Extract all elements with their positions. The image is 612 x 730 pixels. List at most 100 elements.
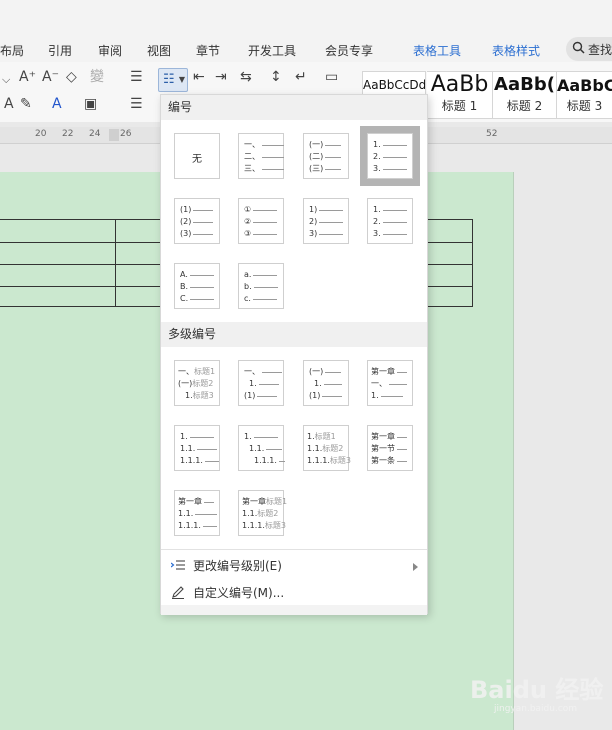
paragraph-mark-icon[interactable]: ↵ bbox=[295, 70, 307, 84]
numbering-preview-label: 1.1. bbox=[242, 509, 258, 518]
shrink-font-icon[interactable]: A⁻ bbox=[42, 70, 59, 84]
numbering-option[interactable]: 1) 2) 3) bbox=[303, 198, 349, 244]
numbering-preview-label: 2) bbox=[309, 217, 318, 226]
numbering-preview-label: c. bbox=[244, 294, 251, 303]
numbering-preview-label: 3. bbox=[373, 164, 381, 173]
search-button[interactable]: 查找 bbox=[566, 37, 612, 61]
tab-member[interactable]: 会员专享 bbox=[325, 42, 373, 59]
multilevel-option[interactable]: 1. 1.1. 1.1.1. bbox=[174, 425, 220, 471]
numbering-preview-label: 1. bbox=[371, 391, 379, 400]
numbering-preview-label: 1. bbox=[249, 379, 257, 388]
heading-preview-label: 标题3 bbox=[264, 521, 286, 530]
numbering-option[interactable]: ① ② ③ bbox=[238, 198, 284, 244]
table-column-divider bbox=[115, 220, 116, 307]
multilevel-option[interactable]: 第一章 1.1. 1.1.1. bbox=[174, 490, 220, 536]
numbering-preview-label: (三) bbox=[309, 164, 324, 173]
tab-table-tools[interactable]: 表格工具 bbox=[413, 42, 461, 59]
numbering-preview-label: (1) bbox=[309, 391, 321, 400]
numbering-option[interactable]: (一) (二) (三) bbox=[303, 133, 349, 179]
align-left-icon[interactable]: ☰ bbox=[130, 97, 143, 111]
numbering-preview-label: a. bbox=[244, 270, 252, 279]
style-name: 标题 3 bbox=[566, 99, 603, 113]
numbering-preview-label: 1) bbox=[309, 205, 318, 214]
numbering-preview-label: (1) bbox=[180, 205, 192, 214]
numbering-option[interactable]: 一、 二、 三、 bbox=[238, 133, 284, 179]
numbering-preview-label: C. bbox=[180, 294, 189, 303]
numbering-preview-label: b. bbox=[244, 282, 252, 291]
numbering-preview-label: 2. bbox=[373, 152, 381, 161]
style-name: 标题 2 bbox=[506, 99, 543, 113]
numbering-preview-label: 第一章 bbox=[371, 432, 395, 441]
sort-icon[interactable]: ↕ bbox=[270, 70, 282, 84]
multilevel-option[interactable]: 第一章 一、 1. bbox=[367, 360, 413, 406]
multilevel-option[interactable]: 1.标题1 1.1.标题2 1.1.1.标题3 bbox=[303, 425, 351, 471]
numbering-preview-label: 1.1. bbox=[178, 509, 194, 518]
multilevel-option[interactable]: 1. 1.1. 1.1.1. bbox=[238, 425, 285, 471]
decrease-indent-icon[interactable]: ⇤ bbox=[193, 70, 205, 84]
tab-review[interactable]: 审阅 bbox=[98, 42, 122, 59]
style-heading-2[interactable]: AaBb( 标题 2 bbox=[493, 71, 557, 119]
numbering-preview-label: (一) bbox=[309, 140, 324, 149]
numbering-dropdown: 编号 无 一、 二、 三、 (一) (二) (三) 1. 2. 3. (1) (… bbox=[160, 94, 428, 615]
multilevel-option[interactable]: (一) 1. (1) bbox=[303, 360, 349, 406]
multilevel-option[interactable]: 第一章标题1 1.1.标题2 1.1.1.标题3 bbox=[238, 490, 288, 536]
multilevel-option[interactable]: 一、标题1 (一)标题2 1.标题3 bbox=[174, 360, 220, 406]
numbering-preview-label: 第一章 bbox=[178, 497, 202, 506]
numbering-section-header: 编号 bbox=[161, 95, 427, 120]
tab-developer[interactable]: 开发工具 bbox=[248, 42, 296, 59]
style-heading-3[interactable]: AaBbC 标题 3 bbox=[557, 71, 612, 119]
numbering-preview-label: 1. bbox=[314, 379, 322, 388]
clear-format-icon[interactable]: ◇ bbox=[66, 70, 77, 84]
table-line-icon[interactable]: ▭ bbox=[325, 70, 338, 84]
grow-font-icon[interactable]: A⁺ bbox=[19, 70, 36, 84]
numbering-preview-label: A. bbox=[180, 270, 188, 279]
numbering-option[interactable]: (1) (2) (3) bbox=[174, 198, 220, 244]
ruler-number: 24 bbox=[89, 129, 101, 139]
numbering-preview-label: 1. bbox=[373, 140, 381, 149]
numbering-preview-label: 1. bbox=[244, 432, 252, 441]
highlight-icon[interactable]: ✎ bbox=[20, 97, 32, 111]
numbering-button[interactable]: ☷ ▼ bbox=[158, 68, 188, 92]
custom-numbering-item[interactable]: 自定义编号(M)... bbox=[161, 579, 427, 605]
phonetic-guide-icon[interactable]: 變 bbox=[90, 70, 104, 84]
ribbon-tab-bar: 布局 引用 审阅 视图 章节 开发工具 会员专享 表格工具 表格样式 查找 bbox=[0, 0, 612, 62]
outline-level-icon bbox=[169, 559, 187, 571]
style-sample: AaBb( bbox=[494, 74, 555, 95]
multilevel-option[interactable]: 第一章 第一节 第一条 bbox=[367, 425, 413, 471]
numbering-preview-label: 2. bbox=[373, 217, 381, 226]
tab-table-style[interactable]: 表格样式 bbox=[492, 42, 540, 59]
numbering-option[interactable]: 1. 2. 3. bbox=[367, 198, 413, 244]
change-numbering-level-item[interactable]: 更改编号级别(E) bbox=[161, 552, 427, 578]
increase-indent-icon[interactable]: ⇥ bbox=[215, 70, 227, 84]
bullet-list-icon[interactable]: ☰ bbox=[130, 70, 143, 84]
heading-preview-label: 标题1 bbox=[266, 497, 288, 506]
ruler-number: 20 bbox=[35, 129, 47, 139]
tab-references[interactable]: 引用 bbox=[48, 42, 72, 59]
style-heading-1[interactable]: AaBb 标题 1 bbox=[427, 71, 493, 119]
heading-preview-label: 标题3 bbox=[329, 456, 351, 465]
heading-preview-label: 标题3 bbox=[192, 391, 214, 400]
multilevel-option[interactable]: 一、 1. (1) bbox=[238, 360, 284, 406]
numbering-preview-label: ① bbox=[244, 205, 252, 214]
column-marker[interactable] bbox=[109, 129, 119, 141]
numbering-preview-label: 1. bbox=[185, 391, 193, 400]
numbering-preview-label: B. bbox=[180, 282, 189, 291]
pencil-icon bbox=[169, 585, 187, 599]
tab-view[interactable]: 视图 bbox=[147, 42, 171, 59]
tab-layout[interactable]: 布局 bbox=[0, 42, 24, 59]
numbering-option[interactable]: A. B. C. bbox=[174, 263, 220, 309]
text-direction-icon[interactable]: ⇆ bbox=[240, 70, 252, 84]
font-size-dropdown-icon[interactable]: ⌵ bbox=[2, 74, 10, 85]
tab-chapter[interactable]: 章节 bbox=[196, 42, 220, 59]
char-border-icon[interactable]: ▣ bbox=[84, 97, 97, 111]
ruler-number: 22 bbox=[62, 129, 74, 139]
numbering-option-selected[interactable]: 1. 2. 3. bbox=[367, 133, 413, 179]
numbering-preview-label: 1.1. bbox=[307, 444, 323, 453]
text-effect-icon[interactable]: A bbox=[4, 97, 14, 111]
numbering-preview-label: 一、 bbox=[178, 367, 194, 376]
numbering-option[interactable]: a. b. c. bbox=[238, 263, 284, 309]
font-color-icon[interactable]: A bbox=[52, 97, 62, 111]
multilevel-section-header: 多级编号 bbox=[161, 322, 427, 347]
numbering-none-option[interactable]: 无 bbox=[174, 133, 220, 179]
watermark-url: jingyan.baidu.com bbox=[494, 704, 578, 714]
